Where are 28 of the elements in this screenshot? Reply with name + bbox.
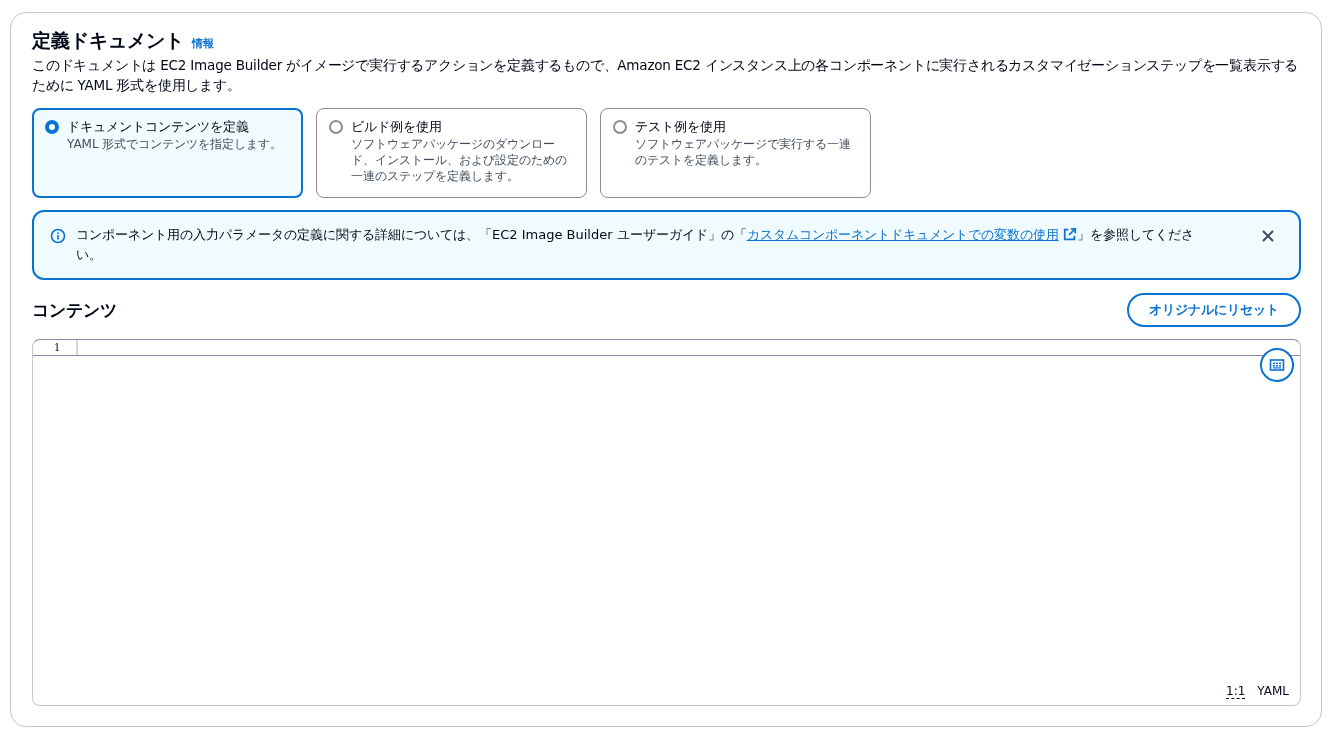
option-label: ドキュメントコンテンツを定義 <box>67 118 250 136</box>
cursor-position[interactable]: 1:1 <box>1226 684 1246 699</box>
option-tile[interactable]: ビルド例を使用 ソフトウェアパッケージのダウンロード、インストール、および設定のための一連のステップを定義します。 <box>316 108 587 198</box>
option-tile[interactable]: テスト例を使用 ソフトウェアパッケージで実行する一連のテストを定義します。 <box>600 108 871 198</box>
option-description: ソフトウェアパッケージで実行する一連のテストを定義します。 <box>635 136 852 168</box>
radio-button[interactable] <box>45 120 59 134</box>
option-description: YAML 形式でコンテンツを指定します。 <box>67 136 283 152</box>
close-icon <box>1261 229 1275 243</box>
language-label: YAML <box>1257 684 1289 699</box>
section-description: このドキュメントは EC2 Image Builder がイメージで実行するアクションを定義するもので、Amazon EC2 インスタンス上の各コンポーネントに実行されるカスタマイゼーションステップを一覧表示するために YAML 形式を使用します。 <box>32 56 1300 95</box>
option-label: ビルド例を使用 <box>351 118 443 136</box>
option-label: テスト例を使用 <box>635 118 727 136</box>
reset-button[interactable]: オリジナルにリセット <box>1127 293 1301 327</box>
external-link-icon <box>1062 227 1077 241</box>
info-link[interactable]: 情報 <box>192 36 214 51</box>
keyboard-button[interactable] <box>1260 348 1294 382</box>
keyboard-icon <box>1269 357 1285 373</box>
guide-link[interactable]: カスタムコンポーネントドキュメントでの変数の使用 <box>746 227 1077 242</box>
content-title: コンテンツ <box>32 298 117 322</box>
info-icon <box>50 228 66 244</box>
alert-message: コンポーネント用の入力パラメータの定義に関する詳細については、「EC2 Image Builder ユーザーガイド」の「カスタムコンポーネントドキュメントでの変数の使用 」を参照してください。 <box>76 226 1195 264</box>
option-tile[interactable]: ドキュメントコンテンツを定義 YAML 形式でコンテンツを指定します。 <box>32 108 303 198</box>
section-title: 定義ドキュメント <box>32 28 184 53</box>
option-description: ソフトウェアパッケージのダウンロード、インストール、および設定のための一連のステップを定義します。 <box>351 136 568 184</box>
code-editor[interactable]: 1 1:1 YAML <box>32 339 1301 706</box>
line-number: 1 <box>33 340 78 355</box>
radio-button[interactable] <box>329 120 343 134</box>
radio-button[interactable] <box>613 120 627 134</box>
